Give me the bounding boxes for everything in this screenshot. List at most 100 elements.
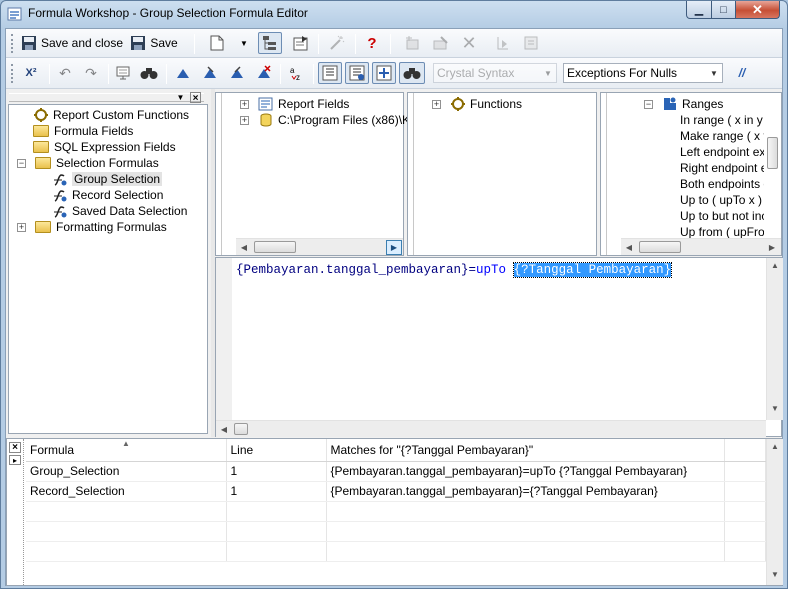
formula-expert-button[interactable] (326, 32, 348, 54)
toggle-bookmark-button[interactable] (172, 62, 194, 84)
new-formula-dropdown[interactable]: ▼ (238, 32, 250, 54)
close-window-button[interactable]: ✕ (735, 1, 780, 19)
operators-vertical-scrollbar[interactable] (764, 93, 781, 238)
pane-grip[interactable] (603, 93, 607, 255)
scroll-down-arrow-icon[interactable]: ▼ (767, 401, 783, 416)
formula-editor[interactable]: {Pembayaran.tanggal_pembayaran}=upTo {?T… (215, 257, 783, 437)
tree-item-functions[interactable]: + Functions (432, 96, 522, 112)
scrollbar-thumb[interactable] (767, 137, 778, 169)
scroll-left-arrow-icon[interactable]: ◀ (216, 422, 232, 437)
expand-toggle-icon[interactable]: + (240, 99, 249, 109)
table-row[interactable]: Group_Selection 1 {Pembayaran.tanggal_pe… (26, 461, 766, 482)
results-pin-icon[interactable]: ▸ (9, 455, 21, 465)
syntax-value: Crystal Syntax (437, 66, 515, 80)
client-area: Save and close Save ▼ ? ✕ X² ↶ ↷ a z Cry… (5, 28, 783, 586)
column-header-line[interactable]: Line (226, 439, 327, 462)
scroll-right-arrow-icon[interactable]: ▶ (386, 240, 402, 255)
tree-item-record-selection[interactable]: Record Selection (52, 187, 163, 203)
operator-in-range[interactable]: In range ( x in y ) (680, 112, 770, 128)
new-formula-button[interactable] (206, 32, 228, 54)
find-replace-button[interactable] (138, 62, 160, 84)
tree-item-database[interactable]: + C:\Program Files (x86)\KP (240, 112, 418, 128)
results-vertical-scrollbar[interactable]: ▲ ▼ (766, 439, 783, 585)
scroll-up-arrow-icon[interactable]: ▲ (767, 258, 783, 273)
scrollbar-thumb[interactable] (254, 241, 296, 253)
ranges-icon (664, 97, 676, 110)
comment-button[interactable]: // (731, 62, 753, 84)
tree-item-label: Report Custom Functions (53, 108, 190, 122)
operators-horizontal-scrollbar[interactable]: ◀ ▶ (621, 238, 781, 255)
syntax-dropdown[interactable]: Crystal Syntax ▼ (433, 63, 557, 83)
undo-button[interactable]: ↶ (54, 62, 76, 84)
scroll-down-arrow-icon[interactable]: ▼ (767, 567, 783, 582)
column-header-matches[interactable]: Matches for "{?Tanggal Pembayaran}" (326, 439, 725, 462)
tree-item-formula-fields[interactable]: Formula Fields (33, 123, 133, 139)
check-formula-button[interactable]: X² (20, 62, 42, 84)
toolbar-grip[interactable] (11, 34, 14, 53)
tree-item-report-custom-functions[interactable]: Report Custom Functions (33, 107, 189, 123)
scroll-up-arrow-icon[interactable]: ▲ (767, 439, 783, 454)
toggle-functions-tree-button[interactable] (345, 62, 369, 84)
scroll-left-arrow-icon[interactable]: ◀ (236, 240, 252, 255)
results-close-icon[interactable]: × (9, 442, 21, 453)
tree-item-report-fields[interactable]: + Report Fields (240, 96, 349, 112)
tree-item-ranges[interactable]: − Ranges (644, 96, 723, 112)
results-grip[interactable] (23, 439, 25, 585)
collapse-toggle-icon[interactable]: − (17, 158, 26, 168)
null-handling-dropdown[interactable]: Exceptions For Nulls ▼ (563, 63, 723, 83)
scroll-right-arrow-icon[interactable]: ▶ (764, 240, 780, 255)
toggle-fields-tree-button[interactable] (318, 62, 342, 84)
pane-close-icon[interactable]: × (190, 92, 201, 104)
toggle-operators-tree-button[interactable] (372, 62, 396, 84)
clear-bookmarks-button[interactable] (253, 62, 275, 84)
pane-grip[interactable] (218, 93, 222, 255)
scrollbar-thumb[interactable] (639, 241, 681, 253)
help-button[interactable]: ? (362, 32, 382, 54)
pane-menu-arrow-icon[interactable]: ▼ (175, 92, 186, 103)
editor-horizontal-scrollbar[interactable]: ◀ (216, 420, 766, 437)
title-bar[interactable]: Formula Workshop - Group Selection Formu… (1, 1, 787, 27)
null-handling-value: Exceptions For Nulls (567, 66, 678, 80)
next-bookmark-button[interactable] (199, 62, 221, 84)
redo-button[interactable]: ↷ (80, 62, 102, 84)
new-item-icon (406, 36, 419, 50)
toggle-tree-button[interactable] (258, 32, 282, 54)
tree-item-sql-expression-fields[interactable]: SQL Expression Fields (33, 139, 176, 155)
minimize-button[interactable]: ▁ (686, 1, 712, 19)
tree-item-saved-data-selection[interactable]: Saved Data Selection (52, 203, 187, 219)
editor-vertical-scrollbar[interactable]: ▲ ▼ (766, 258, 783, 420)
formula-text[interactable]: {Pembayaran.tanggal_pembayaran}=upTo {?T… (236, 262, 673, 278)
rename-button[interactable] (430, 32, 452, 54)
table-row[interactable]: Record_Selection 1 {Pembayaran.tanggal_p… (26, 481, 766, 502)
toggle-workshop-tree-button[interactable] (399, 62, 425, 84)
properties-button[interactable] (290, 32, 312, 54)
scroll-left-arrow-icon[interactable]: ◀ (621, 240, 637, 255)
save-button[interactable]: Save (128, 32, 180, 54)
expand-node-button[interactable] (492, 32, 514, 54)
delete-button[interactable]: ✕ (458, 32, 480, 54)
save-and-close-button[interactable]: Save and close (18, 32, 126, 54)
pane-grip[interactable] (410, 93, 414, 255)
previous-bookmark-button[interactable] (226, 62, 248, 84)
redo-icon: ↷ (85, 64, 97, 81)
tree-item-group-selection[interactable]: Group Selection (52, 171, 163, 187)
show-formula-button[interactable] (520, 32, 542, 54)
sort-trees-button[interactable]: az (286, 62, 308, 84)
scrollbar-thumb[interactable] (234, 423, 248, 435)
operator-up-to-but-not-including[interactable]: Up to but not inclu (680, 208, 777, 224)
operator-up-to[interactable]: Up to ( upTo x ) (680, 192, 762, 208)
fields-horizontal-scrollbar[interactable]: ◀ ▶ (236, 238, 403, 255)
column-header-formula[interactable]: Formula ▲ (26, 439, 227, 462)
tree-item-selection-formulas[interactable]: − Selection Formulas (17, 155, 159, 171)
collapse-toggle-icon[interactable]: − (644, 99, 653, 109)
formula-workshop-window: Formula Workshop - Group Selection Formu… (0, 0, 788, 589)
tree-item-label: Ranges (682, 97, 724, 111)
expand-toggle-icon[interactable]: + (17, 222, 26, 232)
expand-toggle-icon[interactable]: + (432, 99, 441, 109)
expand-toggle-icon[interactable]: + (240, 115, 249, 125)
tree-item-formatting-formulas[interactable]: + Formatting Formulas (17, 219, 167, 235)
maximize-button[interactable]: □ (711, 1, 736, 19)
browse-data-button[interactable] (112, 62, 134, 84)
new-item-button[interactable] (402, 32, 424, 54)
toolbar-grip[interactable] (11, 64, 14, 83)
